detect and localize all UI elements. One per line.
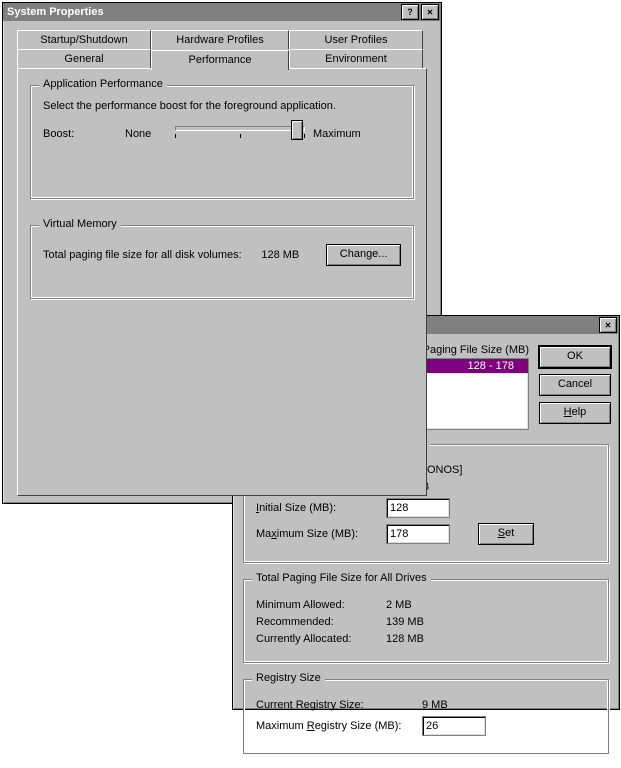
tab-user-profiles[interactable]: User Profiles — [289, 30, 423, 49]
client-area: Startup/Shutdown Hardware Profiles User … — [3, 21, 441, 502]
vmem-value: 128 MB — [261, 249, 326, 261]
drive-header-right: Paging File Size (MB) — [423, 344, 529, 356]
group-legend: Virtual Memory — [39, 218, 121, 230]
tab-hardware-profiles[interactable]: Hardware Profiles — [151, 30, 289, 49]
group-registry-size: Registry Size Current Registry Size:9 MB… — [243, 679, 609, 754]
boost-slider[interactable] — [175, 122, 305, 146]
initial-size-label: Initial Size (MB): — [256, 502, 386, 514]
titlebar[interactable]: System Properties — [3, 3, 441, 21]
tabs: Startup/Shutdown Hardware Profiles User … — [17, 29, 427, 68]
group-legend: Total Paging File Size for All Drives — [252, 572, 431, 584]
recommended-value: 139 MB — [386, 616, 424, 628]
initial-size-input[interactable] — [386, 498, 450, 518]
close-icon[interactable] — [599, 317, 617, 333]
close-icon[interactable] — [421, 4, 439, 20]
help-button[interactable]: Help — [539, 402, 611, 424]
tab-performance[interactable]: Performance — [151, 50, 289, 70]
current-registry-value: 9 MB — [422, 699, 448, 711]
boost-max-label: Maximum — [313, 128, 361, 140]
minimum-allowed-value: 2 MB — [386, 599, 412, 611]
currently-allocated-label: Currently Allocated: — [256, 633, 386, 645]
maximum-size-input[interactable] — [386, 524, 450, 544]
maximum-size-label: Maximum Size (MB): — [256, 528, 386, 540]
minimum-allowed-label: Minimum Allowed: — [256, 599, 386, 611]
maximum-registry-input[interactable] — [422, 716, 486, 736]
maximum-registry-label: Maximum Registry Size (MB): — [256, 720, 422, 732]
tab-environment[interactable]: Environment — [289, 49, 423, 69]
boost-label: Boost: — [43, 128, 117, 140]
group-legend: Application Performance — [39, 78, 167, 90]
group-virtual-memory: Virtual Memory Total paging file size fo… — [30, 225, 414, 299]
group-total-paging: Total Paging File Size for All Drives Mi… — [243, 579, 609, 663]
system-properties-window: System Properties Startup/Shutdown Hardw… — [2, 2, 442, 504]
group-legend: Registry Size — [252, 672, 325, 684]
help-icon[interactable] — [401, 4, 419, 20]
current-registry-label: Current Registry Size: — [256, 699, 422, 711]
change-button[interactable]: Change... — [326, 244, 401, 266]
window-title: System Properties — [5, 6, 399, 18]
cancel-button[interactable]: Cancel — [539, 374, 611, 396]
tab-general[interactable]: General — [17, 49, 151, 69]
ok-button[interactable]: OK — [539, 346, 611, 368]
tab-startup-shutdown[interactable]: Startup/Shutdown — [17, 30, 151, 49]
currently-allocated-value: 128 MB — [386, 633, 424, 645]
boost-none-label: None — [125, 128, 167, 140]
recommended-label: Recommended: — [256, 616, 386, 628]
group-application-performance: Application Performance Select the perfo… — [30, 85, 414, 199]
tab-page-performance: Application Performance Select the perfo… — [17, 68, 427, 496]
app-perf-desc: Select the performance boost for the for… — [43, 100, 401, 112]
set-button[interactable]: Set — [478, 523, 534, 545]
vmem-desc: Total paging file size for all disk volu… — [43, 249, 261, 261]
